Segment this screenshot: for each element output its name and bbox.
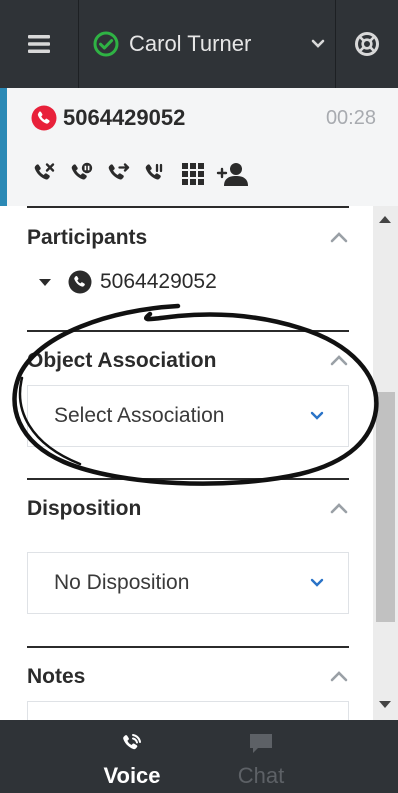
end-call-icon xyxy=(34,163,54,180)
notes-textarea[interactable] xyxy=(27,701,349,720)
tab-voice-label: Voice xyxy=(103,763,161,788)
consult-call-button[interactable] xyxy=(142,160,169,188)
call-actions-toolbar xyxy=(31,160,250,188)
end-call-button[interactable] xyxy=(31,160,58,188)
disposition-collapse-icon[interactable] xyxy=(330,502,348,514)
participant-row[interactable]: 5064429052 xyxy=(38,270,217,294)
participants-title: Participants xyxy=(27,226,148,249)
hold-call-button[interactable] xyxy=(68,160,95,188)
object-association-title: Object Association xyxy=(27,349,217,372)
notes-title: Notes xyxy=(27,665,86,688)
disposition-dropdown[interactable]: No Disposition xyxy=(27,552,349,614)
voice-icon xyxy=(123,734,141,750)
call-number-row: 5064429052 xyxy=(31,105,185,131)
help-button[interactable] xyxy=(336,0,398,88)
inbound-call-icon xyxy=(31,105,57,131)
vertical-scrollbar[interactable] xyxy=(373,206,398,720)
chat-bubble-icon xyxy=(250,734,272,753)
section-divider xyxy=(27,478,349,480)
check-circle-icon xyxy=(93,31,119,57)
disposition-title: Disposition xyxy=(27,497,142,520)
hold-call-icon xyxy=(71,162,92,180)
call-number: 5064429052 xyxy=(63,105,186,130)
scroll-up-arrow-icon[interactable] xyxy=(379,216,391,223)
chevron-down-icon xyxy=(311,39,325,48)
section-divider xyxy=(27,330,349,332)
chevron-down-icon xyxy=(310,578,324,587)
top-bar: Carol Turner xyxy=(0,0,398,88)
object-association-value: Select Association xyxy=(54,404,225,427)
tab-chat-label: Chat xyxy=(237,763,285,788)
participants-collapse-icon[interactable] xyxy=(330,231,348,243)
main-menu-button[interactable] xyxy=(0,0,79,88)
transfer-call-icon xyxy=(108,163,129,180)
transfer-call-button[interactable] xyxy=(105,160,132,188)
add-participant-button[interactable] xyxy=(216,160,250,188)
tab-chat[interactable]: Chat xyxy=(221,720,301,793)
scroll-down-arrow-icon[interactable] xyxy=(379,701,391,708)
disposition-value: No Disposition xyxy=(54,571,190,594)
participant-call-icon xyxy=(68,270,92,294)
call-details-scroll-area: Participants 5064429052 Object Associati… xyxy=(0,206,398,720)
object-association-collapse-icon[interactable] xyxy=(330,354,348,366)
participant-number: 5064429052 xyxy=(100,270,217,293)
active-call-panel: 5064429052 00:28 xyxy=(0,88,398,206)
call-timer: 00:28 xyxy=(325,107,376,129)
agent-name: Carol Turner xyxy=(129,31,252,56)
keypad-icon xyxy=(181,163,204,185)
object-association-dropdown[interactable]: Select Association xyxy=(27,385,349,447)
chevron-down-icon xyxy=(310,411,324,420)
bottom-nav: Voice Chat xyxy=(0,720,398,793)
consult-call-icon xyxy=(145,163,162,180)
agent-status-dropdown[interactable]: Carol Turner xyxy=(79,0,336,88)
tab-voice[interactable]: Voice xyxy=(92,720,172,793)
notes-collapse-icon[interactable] xyxy=(330,670,348,682)
caret-down-icon xyxy=(39,279,51,286)
section-divider xyxy=(27,206,349,208)
help-lifebuoy-icon xyxy=(355,32,379,56)
keypad-button[interactable] xyxy=(179,160,206,188)
add-participant-icon xyxy=(216,163,248,186)
scrollbar-thumb[interactable] xyxy=(376,392,395,622)
hamburger-menu-icon xyxy=(28,35,50,53)
section-divider xyxy=(27,646,349,648)
